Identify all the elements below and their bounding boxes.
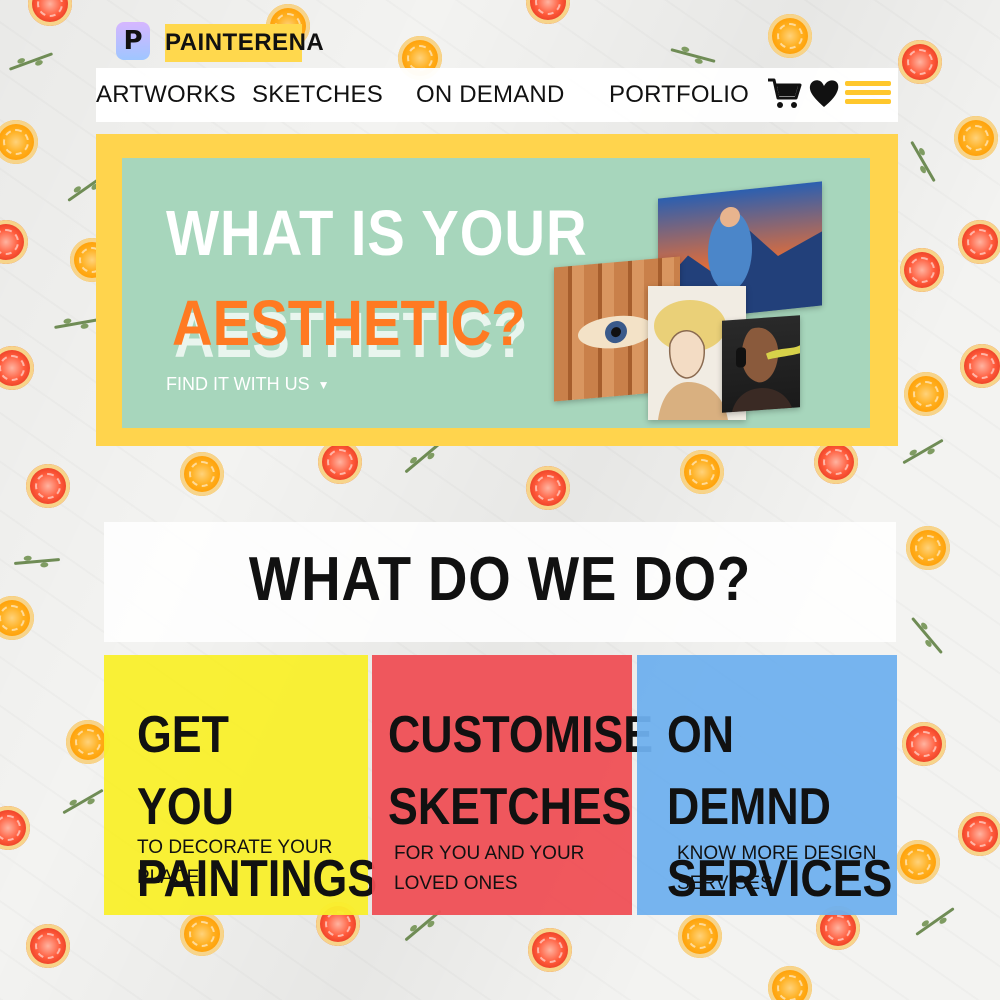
artwork-man-headphones[interactable] <box>722 315 800 413</box>
service-desc-line2: PLACE <box>137 867 200 888</box>
cart-icon[interactable] <box>766 76 802 114</box>
brand-name[interactable]: PAINTERENA <box>165 24 324 62</box>
service-title-line1: GET YOU <box>137 706 234 836</box>
hero-title-accent: AESTHETIC? <box>172 287 526 359</box>
service-card-title: CUSTOMISE SKETCHES <box>388 699 653 843</box>
service-card-on-demand[interactable]: ON DEMND SERVICES KNOW MORE DESIGN SERVI… <box>637 655 897 915</box>
heart-icon[interactable] <box>808 78 840 112</box>
main-nav: ARTWORKS SKETCHES ON DEMAND PORTFOLIO <box>96 68 898 122</box>
service-desc-line2: SERVICES <box>677 873 773 894</box>
service-card-sketches[interactable]: CUSTOMISE SKETCHES FOR YOU AND YOUR LOVE… <box>372 655 653 915</box>
nav-item-artworks[interactable]: ARTWORKS <box>96 68 236 122</box>
service-desc-line2: LOVED ONES <box>394 873 518 894</box>
hero-title: WHAT IS YOUR <box>166 197 588 269</box>
brand-logo-icon[interactable]: P <box>116 22 150 60</box>
logo-glyph: P <box>123 26 143 56</box>
nav-item-portfolio[interactable]: PORTFOLIO <box>609 68 749 122</box>
service-desc-line1: TO DECORATE YOUR <box>137 837 333 858</box>
service-desc-line1: KNOW MORE DESIGN <box>677 843 877 864</box>
hero-banner: WHAT IS YOUR AESTHETIC? AESTHETIC? FIND … <box>122 158 870 428</box>
nav-item-sketches[interactable]: SKETCHES <box>252 68 383 122</box>
section-title: WHAT DO WE DO? <box>248 545 752 614</box>
service-title-line1: CUSTOMISE <box>388 706 654 764</box>
service-card-description: TO DECORATE YOUR PLACE <box>137 833 354 893</box>
hero-cta-label: FIND IT WITH US <box>166 374 310 394</box>
service-card-description: FOR YOU AND YOUR LOVED ONES <box>394 839 618 899</box>
hero-cta-link[interactable]: FIND IT WITH US ▼ <box>166 374 330 395</box>
service-desc-line1: FOR YOU AND YOUR <box>394 843 585 864</box>
service-title-line1: ON DEMND <box>667 706 831 836</box>
chevron-down-icon: ▼ <box>317 377 330 392</box>
service-title-line2: SKETCHES <box>388 778 632 836</box>
nav-item-on-demand[interactable]: ON DEMAND <box>416 68 564 122</box>
hamburger-menu-icon[interactable] <box>845 80 891 110</box>
service-card-paintings[interactable]: GET YOU PAINTINGS TO DECORATE YOUR PLACE <box>104 655 377 915</box>
section-title-band: WHAT DO WE DO? <box>104 522 896 642</box>
service-card-description: KNOW MORE DESIGN SERVICES <box>677 839 883 899</box>
